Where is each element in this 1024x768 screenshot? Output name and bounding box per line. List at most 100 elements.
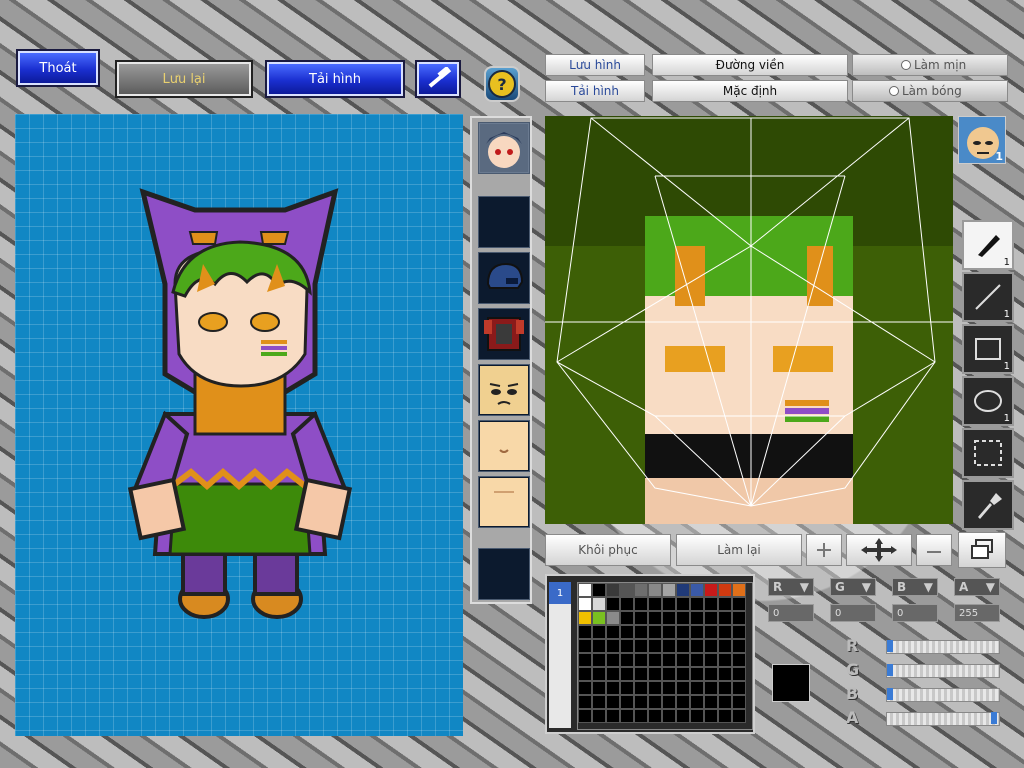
color-swatch[interactable] bbox=[620, 695, 634, 709]
color-swatch[interactable] bbox=[592, 625, 606, 639]
default-button[interactable]: Mặc định bbox=[652, 80, 848, 102]
color-swatch[interactable] bbox=[620, 597, 634, 611]
color-swatch[interactable] bbox=[620, 653, 634, 667]
color-swatch[interactable] bbox=[634, 653, 648, 667]
redo-button[interactable]: Làm lại bbox=[676, 534, 802, 566]
color-swatch[interactable] bbox=[578, 653, 592, 667]
red-channel-header[interactable]: R ▼ bbox=[768, 578, 814, 596]
exit-button[interactable]: Thoát bbox=[16, 49, 100, 87]
color-swatch[interactable] bbox=[704, 681, 718, 695]
ellipse-tool[interactable]: 1 bbox=[962, 376, 1014, 426]
color-swatch[interactable] bbox=[732, 611, 746, 625]
color-swatch[interactable] bbox=[578, 597, 592, 611]
color-swatch[interactable] bbox=[718, 611, 732, 625]
color-swatch[interactable] bbox=[718, 667, 732, 681]
color-swatch[interactable] bbox=[620, 639, 634, 653]
color-swatch[interactable] bbox=[690, 597, 704, 611]
color-swatch[interactable] bbox=[662, 667, 676, 681]
color-swatch[interactable] bbox=[662, 597, 676, 611]
color-swatch[interactable] bbox=[606, 611, 620, 625]
save-image-button[interactable]: Lưu hình bbox=[545, 54, 645, 76]
hammer-tool-button[interactable] bbox=[415, 60, 461, 98]
color-swatch[interactable] bbox=[634, 611, 648, 625]
color-swatch[interactable] bbox=[592, 709, 606, 723]
color-swatch[interactable] bbox=[578, 681, 592, 695]
color-swatch[interactable] bbox=[648, 611, 662, 625]
color-swatch[interactable] bbox=[676, 611, 690, 625]
color-swatch[interactable] bbox=[634, 695, 648, 709]
pen-tool[interactable]: 1 bbox=[962, 220, 1014, 270]
color-swatch[interactable] bbox=[676, 639, 690, 653]
green-slider[interactable] bbox=[886, 664, 1000, 678]
color-swatch[interactable] bbox=[592, 583, 606, 597]
color-swatch[interactable] bbox=[676, 653, 690, 667]
color-swatch[interactable] bbox=[676, 709, 690, 723]
color-swatch[interactable] bbox=[648, 597, 662, 611]
color-swatch[interactable] bbox=[606, 639, 620, 653]
color-swatch[interactable] bbox=[704, 611, 718, 625]
color-swatch[interactable] bbox=[690, 611, 704, 625]
color-swatch[interactable] bbox=[592, 611, 606, 625]
color-swatch[interactable] bbox=[676, 597, 690, 611]
color-swatch[interactable] bbox=[620, 709, 634, 723]
slot-armor[interactable] bbox=[478, 308, 530, 360]
red-slider[interactable] bbox=[886, 640, 1000, 654]
color-swatch[interactable] bbox=[648, 583, 662, 597]
green-value-field[interactable]: 0 bbox=[830, 604, 876, 622]
restore-button[interactable]: Khôi phục bbox=[545, 534, 671, 566]
color-swatch[interactable] bbox=[690, 583, 704, 597]
help-button[interactable]: ? bbox=[484, 66, 520, 102]
color-swatch[interactable] bbox=[732, 583, 746, 597]
blue-channel-header[interactable]: B ▼ bbox=[892, 578, 938, 596]
color-swatch[interactable] bbox=[592, 695, 606, 709]
color-swatch[interactable] bbox=[592, 639, 606, 653]
color-swatch[interactable] bbox=[718, 653, 732, 667]
color-swatch[interactable] bbox=[676, 667, 690, 681]
color-swatch[interactable] bbox=[634, 625, 648, 639]
color-swatch[interactable] bbox=[606, 681, 620, 695]
color-swatch[interactable] bbox=[578, 639, 592, 653]
layer-button[interactable] bbox=[958, 532, 1006, 568]
color-swatch[interactable] bbox=[606, 625, 620, 639]
slot-face-1[interactable] bbox=[478, 364, 530, 416]
color-swatch[interactable] bbox=[592, 597, 606, 611]
color-swatch[interactable] bbox=[578, 625, 592, 639]
color-swatch[interactable] bbox=[634, 639, 648, 653]
color-swatch[interactable] bbox=[592, 681, 606, 695]
color-swatch[interactable] bbox=[662, 639, 676, 653]
color-swatch[interactable] bbox=[648, 625, 662, 639]
color-swatch[interactable] bbox=[620, 625, 634, 639]
color-swatch[interactable] bbox=[732, 597, 746, 611]
color-swatch[interactable] bbox=[732, 695, 746, 709]
color-swatch[interactable] bbox=[648, 667, 662, 681]
load-image-button[interactable]: Tải hình bbox=[545, 80, 645, 102]
color-swatch[interactable] bbox=[606, 695, 620, 709]
color-swatch[interactable] bbox=[676, 583, 690, 597]
color-swatch[interactable] bbox=[732, 653, 746, 667]
move-button[interactable] bbox=[846, 534, 912, 566]
color-swatch[interactable] bbox=[732, 681, 746, 695]
slot-helmet[interactable] bbox=[478, 252, 530, 304]
color-swatch[interactable] bbox=[620, 681, 634, 695]
zoom-in-button[interactable] bbox=[806, 534, 842, 566]
color-swatch[interactable] bbox=[634, 583, 648, 597]
color-swatch[interactable] bbox=[634, 667, 648, 681]
alpha-channel-header[interactable]: A ▼ bbox=[954, 578, 1000, 596]
color-swatch[interactable] bbox=[592, 653, 606, 667]
color-swatch[interactable] bbox=[578, 583, 592, 597]
color-swatch[interactable] bbox=[648, 681, 662, 695]
outline-button[interactable]: Đường viền bbox=[652, 54, 848, 76]
color-swatch[interactable] bbox=[704, 597, 718, 611]
green-channel-header[interactable]: G ▼ bbox=[830, 578, 876, 596]
color-swatch[interactable] bbox=[634, 709, 648, 723]
color-swatch[interactable] bbox=[676, 681, 690, 695]
slot-face-top[interactable] bbox=[478, 122, 530, 174]
color-swatch[interactable] bbox=[634, 597, 648, 611]
color-swatch[interactable] bbox=[662, 653, 676, 667]
color-swatch[interactable] bbox=[606, 597, 620, 611]
alpha-slider-knob[interactable] bbox=[991, 712, 997, 724]
color-swatch[interactable] bbox=[620, 583, 634, 597]
color-swatch[interactable] bbox=[662, 611, 676, 625]
smooth-option[interactable]: Làm mịn bbox=[852, 54, 1008, 76]
line-tool[interactable]: 1 bbox=[962, 272, 1014, 322]
